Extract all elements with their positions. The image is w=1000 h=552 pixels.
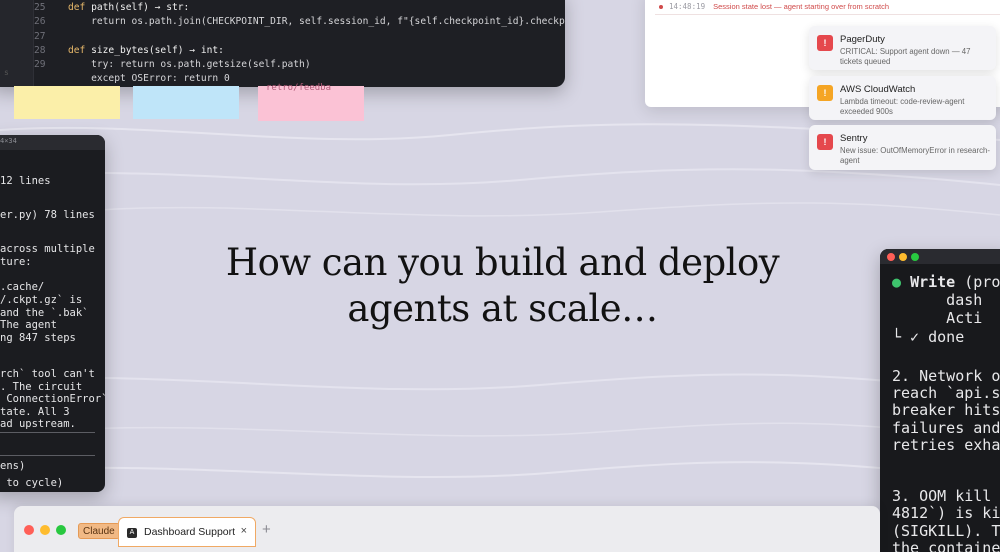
terminal-line: 12 lines [0,175,51,187]
terminal-line: ture: [0,256,32,268]
headline: How can you build and deploy agents at s… [200,240,805,332]
terminal-line: dash [892,291,983,309]
terminal-line: tate. All 3 [0,406,70,418]
terminal-line: . The circuit [0,381,83,393]
notification-title: Sentry [840,133,868,144]
alert-icon: ! [817,85,833,101]
code-line: 28 def size_bytes(self) → int: [34,45,224,56]
terminal-line: 2. Network ou [892,367,1000,385]
status-dot-icon: ● [892,273,902,291]
terminal-line: 3. OOM kill - [892,487,1000,505]
terminal-line: er.py) 78 lines [0,209,95,221]
new-tab-icon[interactable]: + [262,521,271,538]
alert-icon: ! [817,134,833,150]
terminal-line: 4812`) is kil [892,504,1000,522]
sticky-note-yellow[interactable] [14,86,120,119]
notification-body: New issue: OutOfMemoryError in research-… [840,146,990,165]
browser-window: Claude A Dashboard Support × + [14,506,880,552]
terminal-line: retries exhau [892,436,1000,454]
notification-cloudwatch[interactable]: ! AWS CloudWatch Lambda timeout: code-re… [809,76,996,120]
terminal-line: ad upstream. [0,418,76,430]
terminal-line: .cache/ [0,281,45,293]
code-line: 25 def path(self) → str: [34,2,190,13]
minimize-window-icon[interactable] [40,525,50,535]
sticky-note-text: retro/feedba [266,83,332,93]
notification-body: CRITICAL: Support agent down — 47 ticket… [840,47,971,66]
anthropic-logo-icon: A [127,528,137,538]
close-tab-icon[interactable]: × [241,525,247,537]
minimize-window-icon[interactable] [899,253,907,261]
claude-tag[interactable]: Claude [78,523,120,539]
tab-dashboard-support[interactable]: A Dashboard Support × [118,517,256,547]
code-line: 29 try: return os.path.getsize(self.path… [34,59,311,70]
terminal-line: The agent [0,319,57,331]
terminal-line: to cycle) [0,477,64,489]
terminal-line: across multiple [0,243,95,255]
gutter-mark: s [4,68,9,77]
maximize-window-icon[interactable] [56,525,66,535]
terminal-line: failures and [892,419,1000,437]
alert-icon: ! [817,35,833,51]
terminal-line: rch` tool can't [0,368,95,380]
code-line: 26 return os.path.join(CHECKPOINT_DIR, s… [34,16,565,27]
terminal-line: ConnectionError` [0,393,105,405]
maximize-window-icon[interactable] [911,253,919,261]
terminal-line: Acti [892,309,983,327]
notification-title: AWS CloudWatch [840,84,916,95]
notification-title: PagerDuty [840,34,885,45]
headline-line-1: How can you build and deploy [225,241,780,284]
sticky-note-blue[interactable] [133,86,239,119]
code-line: 27 [34,31,46,42]
terminal-line: /.ckpt.gz` is [0,294,83,306]
terminal-line: └ ✓ done [892,328,965,346]
terminal-divider [0,432,95,433]
code-editor-window: 25 def path(self) → str: 26 return os.pat… [0,0,565,87]
terminal-line: the containe [892,539,1000,552]
terminal-line: (SIGKILL). Th [892,522,1000,540]
terminal-divider [0,455,95,456]
terminal-line: ng 847 steps [0,332,76,344]
notification-body: Lambda timeout: code-review-agent exceed… [840,97,965,116]
headline-line-2: agents at scale… [347,287,658,330]
right-terminal-window[interactable]: ● Write (pro dash Acti └ ✓ done 2. Netwo… [880,249,1000,552]
terminal-line: ens) [0,460,26,472]
terminal-dimensions: 4×34 [0,137,17,145]
terminal-titlebar [880,249,1000,264]
tab-label: Dashboard Support [144,526,236,538]
terminal-line: and the `.bak` [0,307,89,319]
close-window-icon[interactable] [24,525,34,535]
row-divider [655,14,1000,15]
session-log-row[interactable]: 14:48:19 Session state lost — agent start… [659,2,889,11]
notification-sentry[interactable]: ! Sentry New issue: OutOfMemoryError in … [809,125,996,170]
notification-pagerduty[interactable]: ! PagerDuty CRITICAL: Support agent down… [809,26,996,70]
terminal-line: breaker hits [892,401,1000,419]
close-window-icon[interactable] [887,253,895,261]
terminal-line: ● Write (pro [892,273,1000,291]
terminal-line: reach `api.se [892,384,1000,402]
error-dot-icon [659,5,663,10]
left-terminal-window[interactable]: 4×34 12 lines er.py) 78 lines across mul… [0,135,105,492]
sticky-note-pink[interactable]: retro/feedba [258,83,364,121]
